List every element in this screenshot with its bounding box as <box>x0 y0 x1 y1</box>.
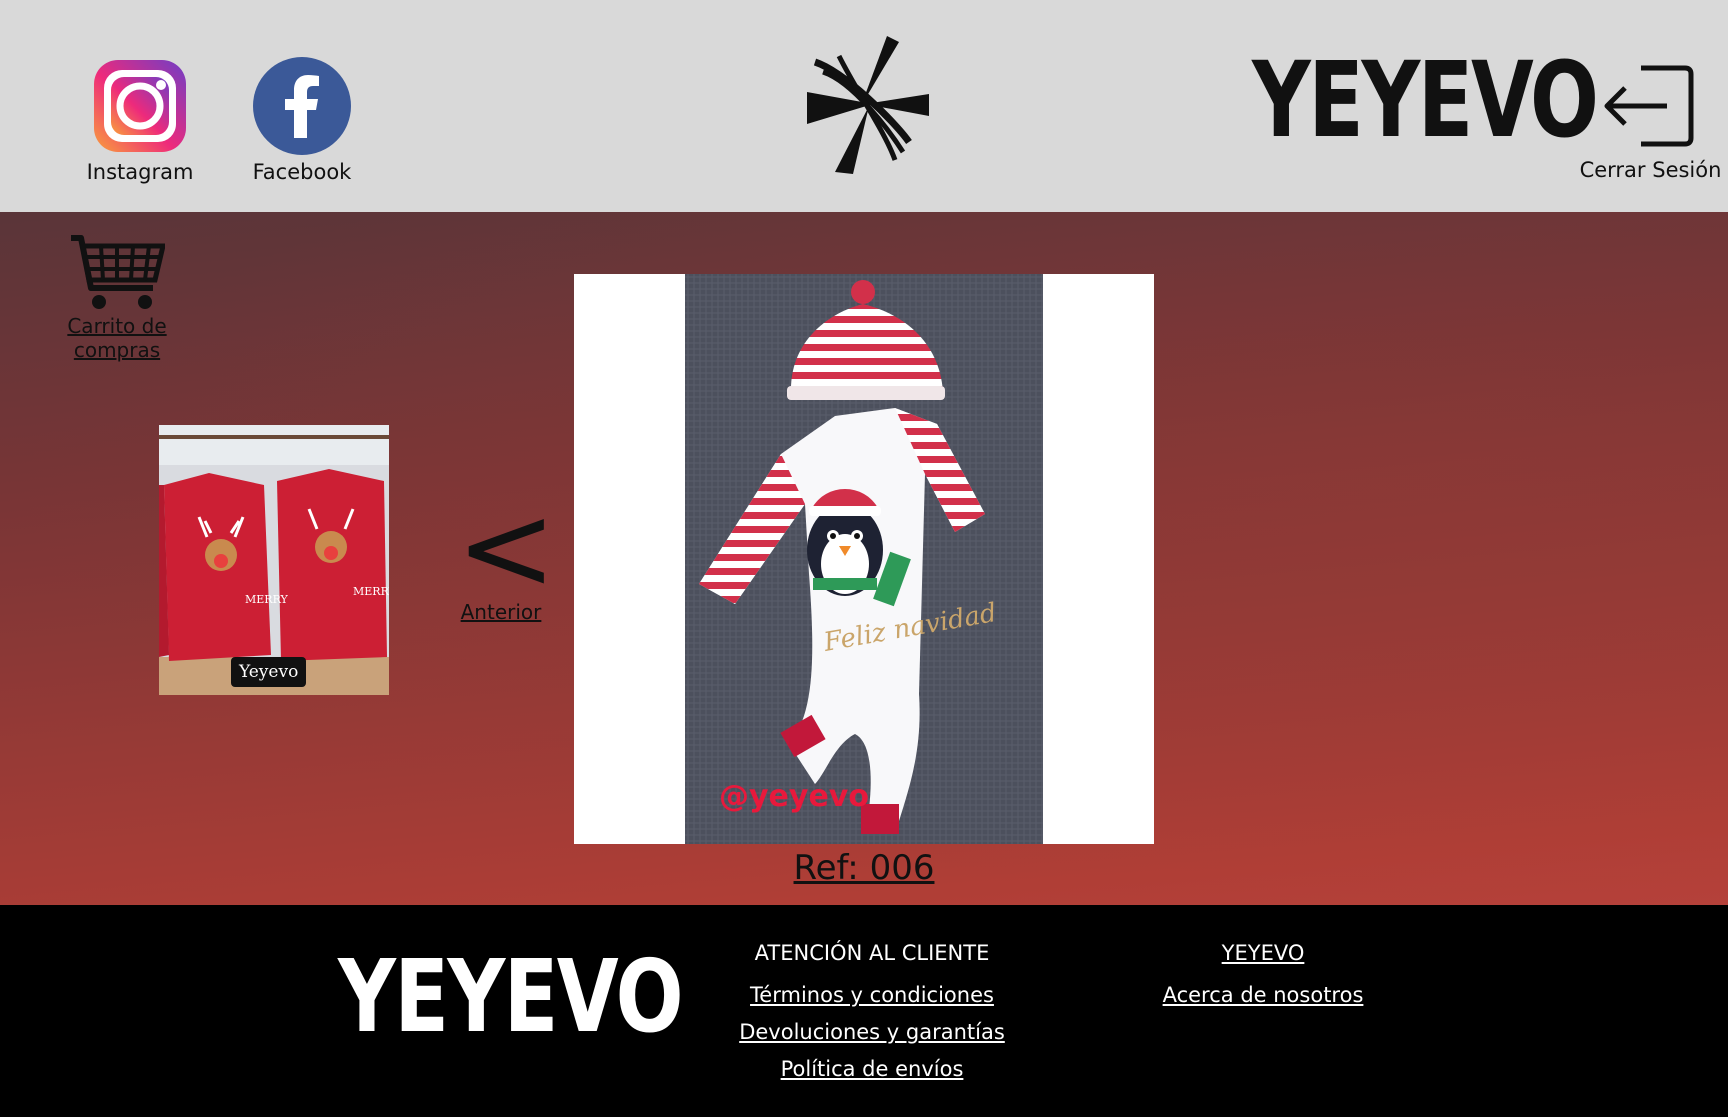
about-us-link[interactable]: Acerca de nosotros <box>1140 983 1386 1007</box>
facebook-link[interactable]: Facebook <box>242 56 362 184</box>
shopping-cart-icon <box>71 235 165 309</box>
chevron-left-icon: < <box>456 479 557 618</box>
terms-link[interactable]: Términos y condiciones <box>720 983 1024 1007</box>
product-image: Feliz navidad @yeyevo <box>685 274 1043 844</box>
returns-link[interactable]: Devoluciones y garantías <box>720 1020 1024 1044</box>
cart-label: Carrito de compras <box>67 314 167 362</box>
instagram-link[interactable]: Instagram <box>80 56 200 184</box>
header: Instagram Facebook YEYEVO Cerrar Sesión <box>0 0 1728 212</box>
company-column: YEYEVO Acerca de nosotros <box>1140 941 1386 1020</box>
thumbnail-badge: Yeyevo <box>231 657 307 687</box>
logout-button[interactable]: Cerrar Sesión <box>1578 60 1723 182</box>
product-image-watermark: @yeyevo <box>719 779 869 814</box>
brand-mark-icon[interactable] <box>795 32 929 178</box>
product-detail-area: Carrito de compras MERRY MERRY Yeyevo < … <box>0 212 1728 905</box>
brand-logo[interactable]: YEYEVO <box>1252 48 1599 152</box>
shopping-cart-button[interactable]: Carrito de compras <box>22 234 212 362</box>
customer-service-heading: ATENCIÓN AL CLIENTE <box>754 941 990 965</box>
instagram-icon <box>94 60 186 152</box>
logout-label: Cerrar Sesión <box>1579 158 1722 182</box>
facebook-label: Facebook <box>252 160 352 184</box>
shipping-policy-link[interactable]: Política de envíos <box>720 1057 1024 1081</box>
facebook-icon <box>253 57 351 155</box>
product-image-frame: Feliz navidad @yeyevo <box>574 274 1154 844</box>
company-heading[interactable]: YEYEVO <box>1140 941 1386 965</box>
product-reference: Ref: 006 <box>0 848 1728 888</box>
previous-button[interactable]: < Anterior <box>456 479 557 625</box>
footer-brand-logo: YEYEVO <box>338 938 684 1055</box>
instagram-label: Instagram <box>86 160 194 184</box>
thumbnail-image: MERRY MERRY <box>159 425 389 695</box>
footer: YEYEVO ATENCIÓN AL CLIENTE Términos y co… <box>0 905 1728 1117</box>
logout-icon <box>1604 65 1693 147</box>
customer-service-column: ATENCIÓN AL CLIENTE Términos y condicion… <box>720 941 1024 1094</box>
previous-label: Anterior <box>460 600 542 624</box>
svg-text:MERRY: MERRY <box>353 585 389 598</box>
ref-label[interactable]: Ref: 006 <box>794 848 935 888</box>
previous-product-thumbnail[interactable]: MERRY MERRY Yeyevo <box>159 425 389 695</box>
svg-text:MERRY: MERRY <box>245 593 289 606</box>
